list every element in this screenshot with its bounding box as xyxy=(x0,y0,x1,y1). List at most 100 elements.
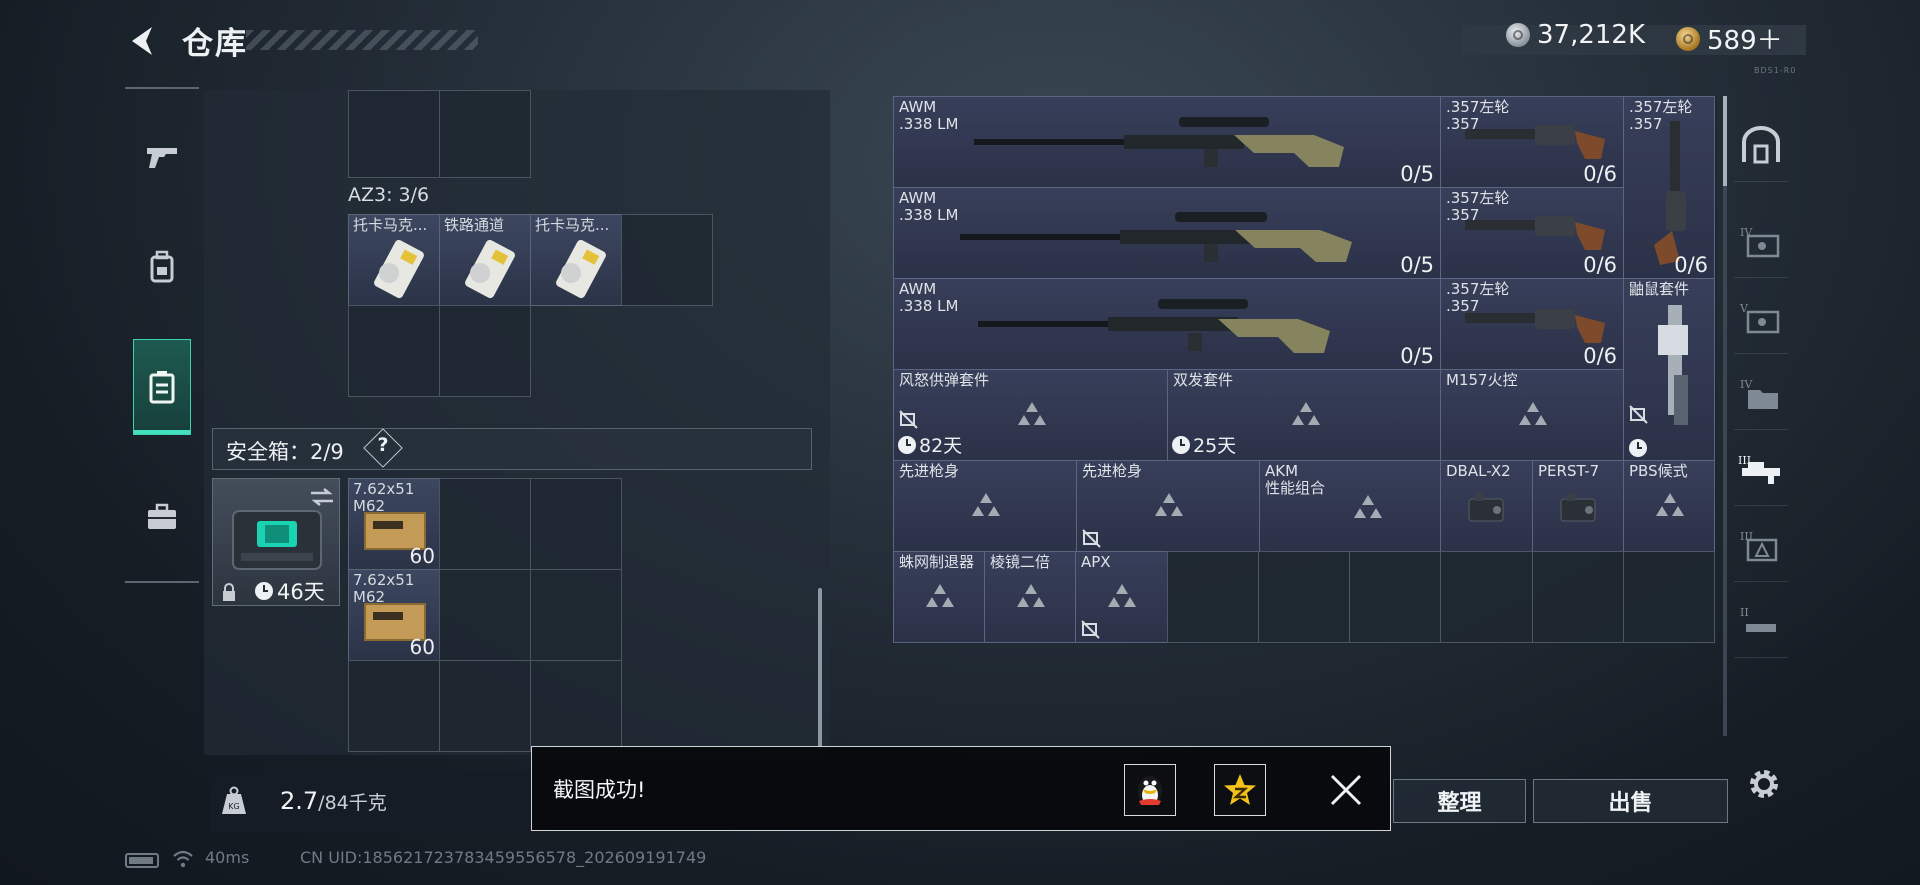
ammo-slot[interactable]: 7.62x51 M62 60 xyxy=(348,569,440,661)
placeholder-triangles-icon xyxy=(1292,402,1320,425)
attachment-slot[interactable]: DBAL-X2 xyxy=(1440,460,1533,552)
gear-icon[interactable] xyxy=(1744,764,1784,804)
empty-slot[interactable] xyxy=(439,90,531,178)
safe-box-label: 安全箱：2/9 xyxy=(226,440,344,464)
item-slot[interactable]: 托卡马克... xyxy=(530,214,622,306)
empty-slot[interactable] xyxy=(1258,551,1350,643)
ammo-count: 60 xyxy=(409,635,435,659)
nav-tier-3-kit[interactable]: III xyxy=(1734,510,1788,582)
item-slot[interactable]: 铁路通道 xyxy=(439,214,531,306)
weapon-slot[interactable]: .357左轮 .357 0/6 xyxy=(1440,278,1624,370)
item-name: AWM .338 LM xyxy=(899,280,959,315)
nav-tier-4-mod[interactable]: IV xyxy=(1734,206,1788,278)
share-qq-button[interactable] xyxy=(1124,764,1176,816)
empty-slot[interactable] xyxy=(439,660,531,752)
item-name: 先进枪身 xyxy=(899,462,960,480)
empty-slot[interactable] xyxy=(439,305,531,397)
gold-currency[interactable]: 589＋ xyxy=(1676,20,1783,57)
weapon-slot[interactable]: AWM .338 LM 0/5 xyxy=(893,96,1441,188)
attachment-slot[interactable]: 先进枪身 xyxy=(1076,460,1260,552)
nav-tier-2-kit[interactable]: II xyxy=(1734,586,1788,658)
revolver-icon xyxy=(1465,216,1605,250)
nav-briefcase[interactable] xyxy=(133,469,191,565)
attachment-slot[interactable]: 蛛网制退器 xyxy=(893,551,985,643)
placeholder-triangles-icon xyxy=(1108,584,1136,607)
silver-coin-icon xyxy=(1506,23,1530,47)
swap-icon[interactable] xyxy=(309,487,335,507)
empty-slot[interactable] xyxy=(530,660,622,752)
empty-slot[interactable] xyxy=(348,90,440,178)
empty-slot[interactable] xyxy=(348,305,440,397)
nav-backpack[interactable] xyxy=(133,219,191,315)
item-name: AWM .338 LM xyxy=(899,98,959,133)
empty-slot[interactable] xyxy=(1440,551,1533,643)
keycard-icon xyxy=(374,239,424,299)
share-qzone-button[interactable] xyxy=(1214,764,1266,816)
weapon-slot[interactable]: .357左轮 .357 0/6 xyxy=(1623,96,1715,279)
back-button[interactable] xyxy=(125,22,161,60)
weapon-slot[interactable]: .357左轮 .357 0/6 xyxy=(1440,187,1624,279)
empty-slot[interactable] xyxy=(348,660,440,752)
laser-module-icon xyxy=(1560,493,1596,522)
attachment-slot[interactable]: 双发套件 25天 xyxy=(1167,369,1441,461)
weight-icon-label: KG xyxy=(228,802,239,811)
empty-slot[interactable] xyxy=(1623,551,1715,643)
attachment-slot[interactable]: 先进枪身 xyxy=(893,460,1077,552)
empty-slot[interactable] xyxy=(1349,551,1441,643)
item-name: 鼬鼠套件 xyxy=(1629,280,1690,298)
empty-slot[interactable] xyxy=(621,214,713,306)
weapon-slot[interactable]: AWM .338 LM 0/5 xyxy=(893,187,1441,279)
item-count: 0/6 xyxy=(1583,162,1617,186)
placeholder-triangles-icon xyxy=(1519,402,1547,425)
item-name: APX xyxy=(1081,553,1111,571)
ammo-slot[interactable]: 7.62x51 M62 60 xyxy=(348,478,440,570)
empty-slot[interactable] xyxy=(1167,551,1259,643)
item-count: 0/6 xyxy=(1583,253,1617,277)
item-count: 0/6 xyxy=(1674,253,1708,277)
attachment-slot[interactable]: 风怒供弹套件 82天 xyxy=(893,369,1168,461)
attachment-slot[interactable]: PERST-7 xyxy=(1532,460,1624,552)
weapon-slot[interactable]: AWM .338 LM 0/5 xyxy=(893,278,1441,370)
nav-storage-home[interactable] xyxy=(1734,110,1788,182)
empty-slot[interactable] xyxy=(530,569,622,661)
empty-slot[interactable] xyxy=(530,478,622,570)
item-name: M157火控 xyxy=(1446,371,1518,389)
storage-room-icon xyxy=(1742,125,1780,163)
attachment-slot[interactable]: 棱镜二倍 xyxy=(984,551,1076,643)
nav-container[interactable] xyxy=(133,339,191,435)
item-slot[interactable]: 托卡马克... xyxy=(348,214,440,306)
attachment-slot[interactable]: APX xyxy=(1075,551,1168,643)
placeholder-triangles-icon xyxy=(1018,402,1046,425)
empty-slot[interactable] xyxy=(439,569,531,661)
nav-tier-5-mod[interactable]: V xyxy=(1734,282,1788,354)
battery-icon xyxy=(125,853,159,868)
attachment-slot[interactable]: M157火控 xyxy=(1440,369,1624,461)
container-icon xyxy=(149,371,175,404)
no-slot-icon xyxy=(1081,620,1100,639)
empty-slot[interactable] xyxy=(1532,551,1624,643)
attachment-slot[interactable]: 鼬鼠套件 xyxy=(1623,278,1715,461)
clock-icon xyxy=(1172,435,1190,454)
weapon-slot[interactable]: .357左轮 .357 0/6 xyxy=(1440,96,1624,188)
empty-slot[interactable] xyxy=(439,478,531,570)
az3-container-label: AZ3: 3/6 xyxy=(348,184,430,206)
item-name: 托卡马克... xyxy=(353,217,428,234)
item-name: 托卡马克... xyxy=(535,217,610,234)
uid-readout: CN UID:18562172378345955657​8_2026091917… xyxy=(300,848,707,867)
item-days: 25天 xyxy=(1193,435,1237,457)
sort-button[interactable]: 整理 xyxy=(1393,779,1526,823)
weight-max: /84千克 xyxy=(318,792,387,814)
briefcase-icon xyxy=(148,503,176,529)
item-name: AWM .338 LM xyxy=(899,189,959,224)
nav-weapons[interactable] xyxy=(133,109,191,205)
attachment-slot[interactable]: PBS候式 xyxy=(1623,460,1715,552)
clock-icon xyxy=(255,582,273,600)
close-icon[interactable] xyxy=(1326,770,1366,810)
nav-attachments[interactable]: III xyxy=(1734,434,1788,506)
ammo-count: 60 xyxy=(409,544,435,568)
sell-button[interactable]: 出售 xyxy=(1533,779,1728,823)
storage-scrollbar[interactable] xyxy=(818,588,822,748)
attachment-slot[interactable]: AKM 性能组合 xyxy=(1259,460,1441,552)
nav-tier-4-folder[interactable]: IV xyxy=(1734,358,1788,430)
item-name: 双发套件 xyxy=(1173,371,1234,389)
